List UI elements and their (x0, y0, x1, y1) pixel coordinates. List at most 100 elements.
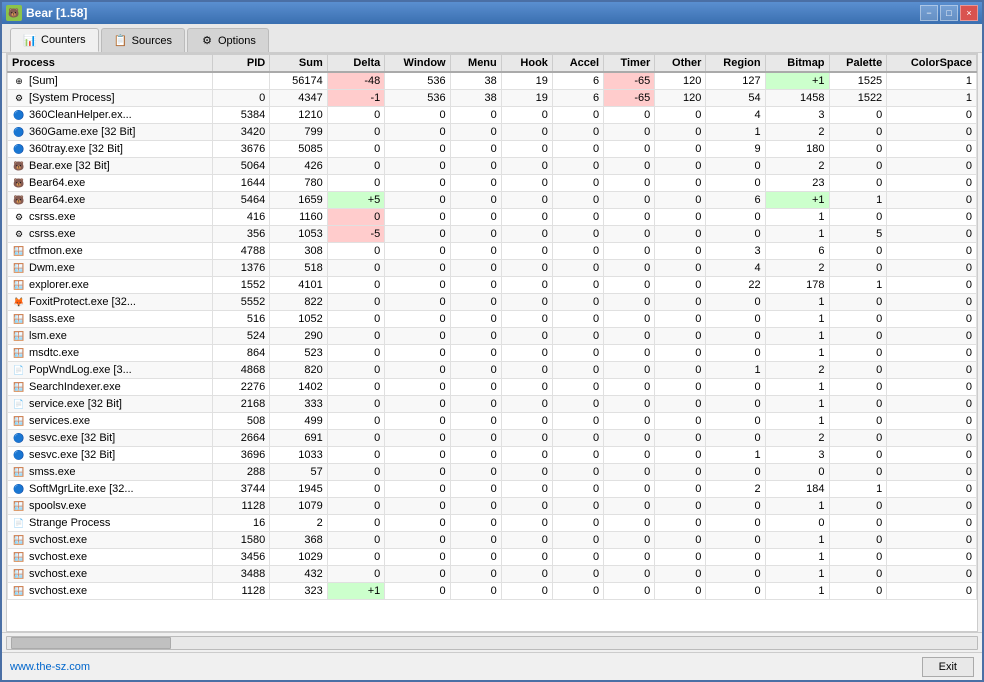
process-name: [System Process] (29, 92, 115, 104)
cell-accel: 0 (552, 226, 603, 243)
col-process[interactable]: Process (8, 55, 213, 73)
table-row[interactable]: 🔵 sesvc.exe [32 Bit] 2664 691 0 0 0 0 0 … (8, 430, 977, 447)
table-row[interactable]: 🪟 svchost.exe 1128 323 +1 0 0 0 0 0 0 0 … (8, 583, 977, 600)
cell-window: 0 (385, 583, 450, 600)
table-row[interactable]: 📄 PopWndLog.exe [3... 4868 820 0 0 0 0 0… (8, 362, 977, 379)
col-window[interactable]: Window (385, 55, 450, 73)
table-row[interactable]: 🪟 Dwm.exe 1376 518 0 0 0 0 0 0 0 4 2 0 0 (8, 260, 977, 277)
process-icon: 🔵 (12, 108, 26, 122)
table-row[interactable]: 🐻 Bear.exe [32 Bit] 5064 426 0 0 0 0 0 0… (8, 158, 977, 175)
cell-bitmap: 1 (765, 345, 829, 362)
table-row[interactable]: 🔵 SoftMgrLite.exe [32... 3744 1945 0 0 0… (8, 481, 977, 498)
table-row[interactable]: 🪟 SearchIndexer.exe 2276 1402 0 0 0 0 0 … (8, 379, 977, 396)
cell-process: 🐻 Bear.exe [32 Bit] (8, 158, 213, 175)
cell-region: 6 (706, 192, 765, 209)
process-icon: 🪟 (12, 329, 26, 343)
maximize-button[interactable]: □ (940, 5, 958, 21)
cell-delta: 0 (327, 345, 385, 362)
table-row[interactable]: ⚙ csrss.exe 356 1053 -5 0 0 0 0 0 0 0 1 … (8, 226, 977, 243)
cell-delta: 0 (327, 379, 385, 396)
cell-menu: 0 (450, 532, 501, 549)
cell-bitmap: 2 (765, 158, 829, 175)
col-other[interactable]: Other (655, 55, 706, 73)
cell-colorspace: 0 (887, 107, 977, 124)
col-hook[interactable]: Hook (501, 55, 552, 73)
cell-colorspace: 0 (887, 175, 977, 192)
horizontal-scrollbar-thumb[interactable] (11, 637, 171, 649)
col-bitmap[interactable]: Bitmap (765, 55, 829, 73)
table-row[interactable]: 🔵 sesvc.exe [32 Bit] 3696 1033 0 0 0 0 0… (8, 447, 977, 464)
col-menu[interactable]: Menu (450, 55, 501, 73)
col-palette[interactable]: Palette (829, 55, 887, 73)
process-icon: 🪟 (12, 261, 26, 275)
table-row[interactable]: 🐻 Bear64.exe 5464 1659 +5 0 0 0 0 0 0 6 … (8, 192, 977, 209)
col-region[interactable]: Region (706, 55, 765, 73)
cell-process: 🦊 FoxitProtect.exe [32... (8, 294, 213, 311)
col-timer[interactable]: Timer (604, 55, 655, 73)
table-row[interactable]: 🪟 svchost.exe 1580 368 0 0 0 0 0 0 0 0 1… (8, 532, 977, 549)
cell-accel: 0 (552, 396, 603, 413)
cell-menu: 0 (450, 311, 501, 328)
table-row[interactable]: 🪟 services.exe 508 499 0 0 0 0 0 0 0 0 1… (8, 413, 977, 430)
table-row[interactable]: 🦊 FoxitProtect.exe [32... 5552 822 0 0 0… (8, 294, 977, 311)
cell-window: 0 (385, 413, 450, 430)
table-row[interactable]: 🪟 msdtc.exe 864 523 0 0 0 0 0 0 0 0 1 0 … (8, 345, 977, 362)
col-sum[interactable]: Sum (270, 55, 328, 73)
table-row[interactable]: 🔵 360Game.exe [32 Bit] 3420 799 0 0 0 0 … (8, 124, 977, 141)
table-row[interactable]: 🐻 Bear64.exe 1644 780 0 0 0 0 0 0 0 0 23… (8, 175, 977, 192)
tab-sources[interactable]: 📋 Sources (101, 28, 185, 52)
cell-hook: 0 (501, 379, 552, 396)
table-row[interactable]: 🪟 smss.exe 288 57 0 0 0 0 0 0 0 0 0 0 0 (8, 464, 977, 481)
cell-process: 🔵 360Game.exe [32 Bit] (8, 124, 213, 141)
exit-button[interactable]: Exit (922, 657, 974, 677)
table-container[interactable]: Process PID Sum Delta Window Menu Hook A… (7, 54, 977, 631)
col-pid[interactable]: PID (212, 55, 270, 73)
cell-colorspace: 0 (887, 396, 977, 413)
table-row[interactable]: 🪟 svchost.exe 3488 432 0 0 0 0 0 0 0 0 1… (8, 566, 977, 583)
cell-delta: 0 (327, 413, 385, 430)
tab-options[interactable]: ⚙ Options (187, 28, 269, 52)
cell-accel: 6 (552, 72, 603, 90)
cell-other: 120 (655, 72, 706, 90)
table-row[interactable]: 🔵 360tray.exe [32 Bit] 3676 5085 0 0 0 0… (8, 141, 977, 158)
table-row[interactable]: ⚙ csrss.exe 416 1160 0 0 0 0 0 0 0 0 1 0… (8, 209, 977, 226)
process-name: lsm.exe (29, 330, 67, 342)
cell-process: 🪟 Dwm.exe (8, 260, 213, 277)
horizontal-scrollbar[interactable] (6, 636, 978, 650)
table-row[interactable]: 🪟 lsass.exe 516 1052 0 0 0 0 0 0 0 0 1 0… (8, 311, 977, 328)
table-row[interactable]: ⊕ [Sum] 56174 -48 536 38 19 6 -65 120 12… (8, 72, 977, 90)
process-icon: 🪟 (12, 312, 26, 326)
cell-bitmap: 1458 (765, 90, 829, 107)
cell-bitmap: +1 (765, 72, 829, 90)
cell-hook: 0 (501, 345, 552, 362)
col-accel[interactable]: Accel (552, 55, 603, 73)
table-row[interactable]: 📄 Strange Process 16 2 0 0 0 0 0 0 0 0 0… (8, 515, 977, 532)
col-delta[interactable]: Delta (327, 55, 385, 73)
table-row[interactable]: 🪟 spoolsv.exe 1128 1079 0 0 0 0 0 0 0 0 … (8, 498, 977, 515)
tab-counters[interactable]: 📊 Counters (10, 28, 99, 52)
close-button[interactable]: × (960, 5, 978, 21)
counters-tab-icon: 📊 (23, 33, 37, 47)
cell-pid: 1128 (212, 583, 270, 600)
cell-palette: 5 (829, 226, 887, 243)
cell-hook: 0 (501, 192, 552, 209)
col-colorspace[interactable]: ColorSpace (887, 55, 977, 73)
cell-hook: 0 (501, 107, 552, 124)
cell-bitmap: 1 (765, 209, 829, 226)
cell-sum: 368 (270, 532, 328, 549)
cell-hook: 0 (501, 260, 552, 277)
table-row[interactable]: 🪟 explorer.exe 1552 4101 0 0 0 0 0 0 0 2… (8, 277, 977, 294)
process-name: svchost.exe (29, 585, 87, 597)
table-row[interactable]: 🪟 lsm.exe 524 290 0 0 0 0 0 0 0 0 1 0 0 (8, 328, 977, 345)
table-row[interactable]: ⚙ [System Process] 0 4347 -1 536 38 19 6… (8, 90, 977, 107)
cell-window: 0 (385, 430, 450, 447)
table-row[interactable]: 🔵 360CleanHelper.ex... 5384 1210 0 0 0 0… (8, 107, 977, 124)
website-link[interactable]: www.the-sz.com (10, 661, 90, 673)
cell-palette: 0 (829, 260, 887, 277)
table-row[interactable]: 🪟 svchost.exe 3456 1029 0 0 0 0 0 0 0 0 … (8, 549, 977, 566)
minimize-button[interactable]: − (920, 5, 938, 21)
table-row[interactable]: 🪟 ctfmon.exe 4788 308 0 0 0 0 0 0 0 3 6 … (8, 243, 977, 260)
cell-menu: 0 (450, 447, 501, 464)
process-name: svchost.exe (29, 551, 87, 563)
table-row[interactable]: 📄 service.exe [32 Bit] 2168 333 0 0 0 0 … (8, 396, 977, 413)
